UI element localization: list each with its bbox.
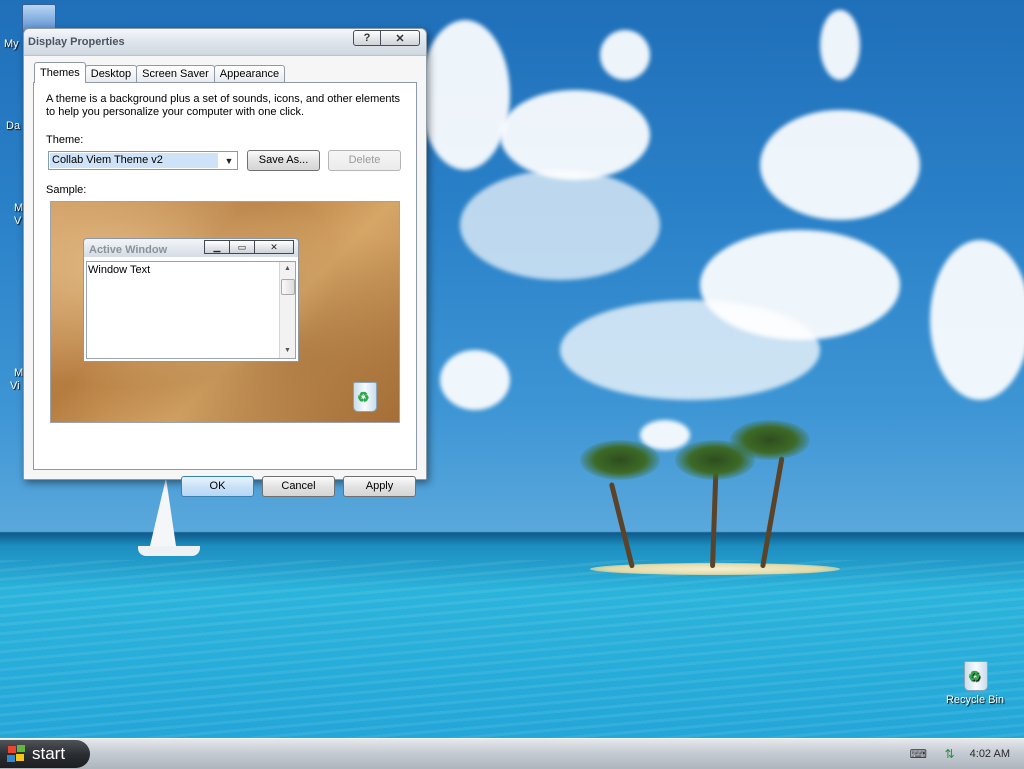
theme-sample-preview: Active Window ▁ ▭ ✕ Window Text ▲ ▼ ♻ bbox=[50, 201, 400, 423]
tab-appearance[interactable]: Appearance bbox=[213, 65, 286, 83]
delete-button[interactable]: Delete bbox=[328, 150, 401, 171]
minimize-icon: ▁ bbox=[204, 240, 230, 254]
clock[interactable]: 4:02 AM bbox=[970, 748, 1010, 760]
sample-title-bar: Active Window ▁ ▭ ✕ bbox=[84, 239, 298, 257]
windows-logo-icon bbox=[7, 745, 27, 763]
cloud bbox=[440, 350, 510, 410]
palm-crown bbox=[730, 420, 810, 460]
ok-button[interactable]: OK bbox=[181, 476, 254, 497]
sample-title-buttons: ▁ ▭ ✕ bbox=[204, 240, 294, 254]
desktop-icon-label[interactable]: M bbox=[14, 202, 23, 214]
scroll-up-icon: ▲ bbox=[284, 265, 291, 272]
palm-trunk bbox=[710, 469, 719, 569]
recycle-bin-label: Recycle Bin bbox=[945, 694, 1005, 706]
sample-recycle-bin-icon: ♻ bbox=[351, 382, 377, 412]
themes-panel: A theme is a background plus a set of so… bbox=[33, 82, 417, 470]
themes-description: A theme is a background plus a set of so… bbox=[46, 93, 401, 118]
title-bar[interactable]: Display Properties ? ✕ bbox=[24, 29, 426, 56]
sea-texture bbox=[0, 560, 1024, 738]
start-button[interactable]: start bbox=[0, 740, 90, 768]
sample-window-body: Window Text ▲ ▼ bbox=[86, 261, 296, 359]
maximize-icon: ▭ bbox=[229, 240, 255, 254]
recycle-bin-shortcut[interactable]: ♻ Recycle Bin bbox=[942, 657, 1008, 706]
taskbar: start ⌨ ⇅ 4:02 AM bbox=[0, 738, 1024, 769]
theme-dropdown[interactable]: Collab Viem Theme v2 ▼ bbox=[48, 151, 238, 170]
palm-trunk bbox=[608, 482, 635, 569]
network-icon[interactable]: ⇅ bbox=[942, 747, 958, 761]
chevron-down-icon[interactable]: ▼ bbox=[221, 152, 237, 169]
cloud bbox=[500, 90, 650, 180]
palm-trunk bbox=[760, 456, 785, 569]
sample-active-window: Active Window ▁ ▭ ✕ Window Text ▲ ▼ bbox=[83, 238, 299, 362]
apply-button[interactable]: Apply bbox=[343, 476, 416, 497]
help-button[interactable]: ? bbox=[353, 30, 381, 46]
palm-crown bbox=[580, 440, 660, 480]
desktop-icon-label[interactable]: My bbox=[4, 38, 19, 50]
theme-label: Theme: bbox=[46, 134, 84, 146]
scroll-thumb bbox=[281, 279, 295, 295]
system-tray: ⌨ ⇅ 4:02 AM bbox=[902, 739, 1024, 769]
close-icon: ✕ bbox=[254, 240, 294, 254]
scroll-down-icon: ▼ bbox=[284, 347, 291, 354]
tab-screen-saver[interactable]: Screen Saver bbox=[136, 65, 215, 83]
sailboat-sail bbox=[150, 478, 176, 546]
desktop-icon-label[interactable]: V bbox=[14, 215, 21, 227]
desktop-icon-label[interactable]: M bbox=[14, 367, 23, 379]
cloud bbox=[460, 170, 660, 280]
cloud bbox=[600, 30, 650, 80]
tab-desktop[interactable]: Desktop bbox=[84, 65, 138, 83]
cloud bbox=[930, 240, 1024, 400]
sample-window-title: Active Window bbox=[89, 244, 168, 256]
start-label: start bbox=[32, 744, 66, 763]
sample-scrollbar: ▲ ▼ bbox=[279, 262, 295, 358]
sample-label: Sample: bbox=[46, 184, 87, 196]
cloud bbox=[820, 10, 860, 80]
tab-strip: Themes Desktop Screen Saver Appearance bbox=[34, 62, 286, 83]
theme-dropdown-value: Collab Viem Theme v2 bbox=[50, 153, 218, 168]
title-bar-buttons: ? ✕ bbox=[353, 30, 420, 46]
desktop-icon-label[interactable]: Vi bbox=[10, 380, 20, 392]
window-title: Display Properties bbox=[28, 36, 125, 48]
cancel-button[interactable]: Cancel bbox=[262, 476, 335, 497]
recycle-bin-icon: ♻ bbox=[960, 657, 990, 691]
window-body: Themes Desktop Screen Saver Appearance A… bbox=[24, 56, 426, 497]
tab-themes[interactable]: Themes bbox=[34, 62, 86, 83]
cloud bbox=[420, 20, 510, 170]
display-properties-window: Display Properties ? ✕ Themes Desktop Sc… bbox=[23, 28, 427, 497]
save-as-button[interactable]: Save As... bbox=[247, 150, 320, 171]
keyboard-icon[interactable]: ⌨ bbox=[910, 747, 927, 761]
sample-window-text: Window Text bbox=[88, 264, 151, 276]
cloud bbox=[760, 110, 920, 220]
desktop-icon-label[interactable]: Da bbox=[6, 120, 20, 132]
close-button[interactable]: ✕ bbox=[381, 30, 420, 46]
cloud bbox=[560, 300, 820, 400]
sailboat-hull bbox=[138, 546, 200, 556]
